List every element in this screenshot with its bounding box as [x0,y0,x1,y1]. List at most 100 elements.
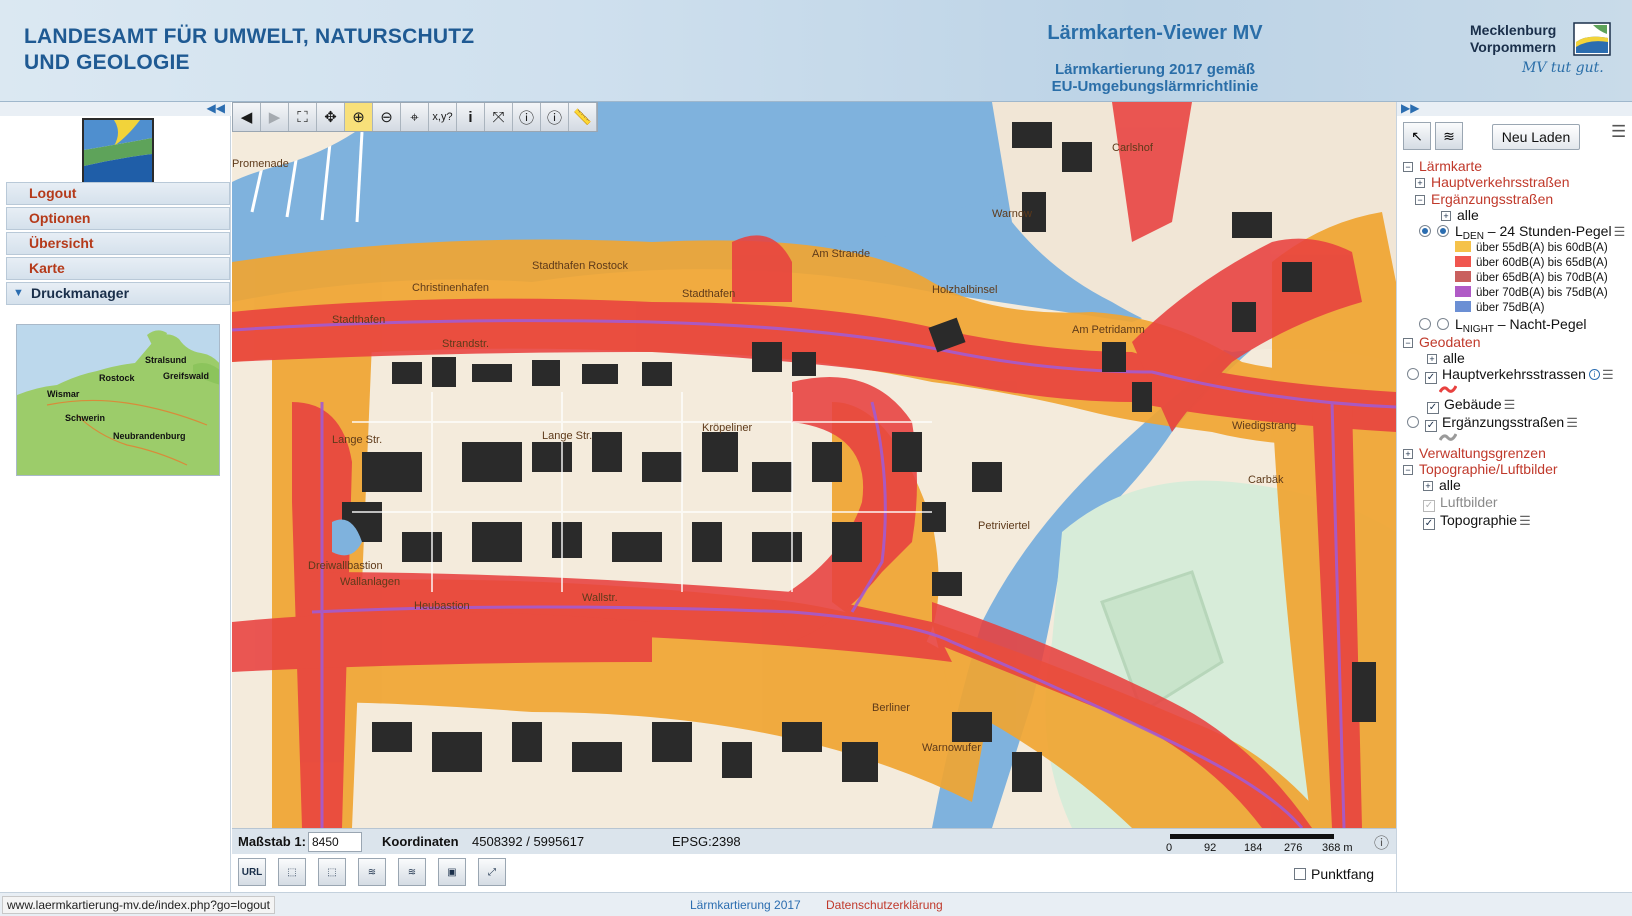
scale-info-icon[interactable]: ⓘ [1374,832,1389,853]
tree-item-hauptverkehrsstrassen[interactable]: + Hauptverkehrsstraßen [1415,174,1570,190]
lines-icon[interactable]: ☰ [1566,415,1578,430]
radio-geo-ergaenzung[interactable] [1407,416,1419,428]
menu-item-druckmanager[interactable]: ▼ Druckmanager [6,282,230,305]
query-info-icon[interactable]: ⓘ [513,103,541,131]
org-title-line2: UND GEOLOGIE [24,51,190,74]
checkbox-luftbilder[interactable]: ✓ [1423,500,1435,512]
save-layers-icon[interactable]: ≋ [358,858,386,886]
tree-group-verwaltungsgrenzen[interactable]: + Verwaltungsgrenzen [1403,445,1546,461]
map-canvas[interactable]: Promenade Stadthafen Rostock Christinenh… [232,102,1396,828]
tree-item-topo-alle[interactable]: + alle [1423,477,1461,493]
tree-item-alle[interactable]: + alle [1441,207,1479,223]
measure-icon[interactable]: 📏 [569,103,597,131]
footer-link-laermkartierung[interactable]: Lärmkartierung 2017 [690,898,801,912]
swatch [1455,301,1471,312]
tree-item-geo-alle[interactable]: + alle [1427,350,1465,366]
expand-icon[interactable]: + [1427,354,1437,364]
layers-icon[interactable]: ≋ [1435,122,1463,150]
checkbox-punktfang[interactable] [1294,868,1306,880]
object-info-icon[interactable]: ⓘ [541,103,569,131]
status-url: www.laermkartierung-mv.de/index.php?go=l… [2,896,275,914]
mv-flag-icon [1573,22,1611,56]
viewer-subtitle-line1: Lärmkartierung 2017 gemäß [1054,61,1256,78]
expand-icon[interactable]: + [1441,211,1451,221]
expand-icon[interactable]: + [1423,481,1433,491]
zoom-out-icon[interactable]: ⊖ [373,103,401,131]
collapse-icon[interactable]: − [1403,465,1413,475]
forward-icon[interactable]: ▶ [261,103,289,131]
radio-lden[interactable] [1437,225,1449,237]
collapse-icon[interactable]: − [1403,162,1413,172]
collapse-icon[interactable]: − [1415,195,1425,205]
select-tool-icon[interactable]: ↖ [1403,122,1431,150]
coordinates-icon[interactable]: x,y? [429,103,457,131]
collapse-right-icon[interactable]: ▶▶ [1401,101,1419,115]
layer-luftbilder[interactable]: ✓ Luftbilder [1423,494,1498,512]
info-icon[interactable]: i [457,103,485,131]
punktfang-label: Punktfang [1311,866,1375,882]
coordinates-value: 4508392 / 5995617 [472,834,585,849]
expand-icon[interactable]: + [1415,178,1425,188]
right-panel-collapse-bar[interactable]: ▶▶ [1397,101,1632,116]
footer-link-datenschutz[interactable]: Datenschutzerklärung [826,898,943,912]
collapse-icon[interactable]: − [1403,338,1413,348]
zoom-full-icon[interactable]: ⛶ [289,103,317,131]
overview-map-graphic [17,325,219,475]
reload-button[interactable]: Neu Laden [1492,124,1580,150]
map-label: Wallstr. [582,592,618,604]
menu-item-optionen[interactable]: Optionen [6,207,230,230]
checkbox-geo-ergaenzung[interactable]: ✓ [1425,420,1437,432]
tree-group-geodaten[interactable]: − Geodaten [1403,334,1481,350]
layer-geo-ergaenzungsstrassen[interactable]: ✓ Ergänzungsstraßen ☰ [1407,414,1578,432]
save-extent-icon[interactable]: ⬚ [278,858,306,886]
hamburger-menu-icon[interactable]: ☰ [1611,122,1626,142]
layer-geo-hauptverkehrsstrassen[interactable]: ✓ Hauptverkehrsstrassen i ☰ [1407,366,1614,384]
lines-icon[interactable]: ☰ [1519,513,1531,528]
checkbox-gebaeude[interactable]: ✓ [1427,402,1439,414]
zoom-extent-icon[interactable]: ⤧ [485,103,513,131]
lines-icon[interactable]: ☰ [1602,367,1614,382]
collapse-left-icon[interactable]: ◀◀ [207,101,225,115]
menu-item-logout[interactable]: Logout [6,182,230,205]
layer-lnight[interactable]: LNIGHT – Nacht-Pegel [1419,316,1587,335]
overview-city-wismar: Wismar [47,389,80,399]
map-label: Promenade [232,158,289,170]
viewer-subtitle: Lärmkartierung 2017 gemäß EU-Umgebungslä… [990,61,1320,95]
overview-city-neubrandenburg: Neubrandenburg [113,431,186,441]
recenter-icon[interactable]: ⌖ [401,103,429,131]
layer-topographie[interactable]: ✓ Topographie ☰ [1423,512,1531,530]
layer-lden[interactable]: LDEN – 24 Stunden-Pegel ☰ [1419,223,1625,242]
layer-gebaeude[interactable]: ✓ Gebäude ☰ [1427,396,1515,414]
zoom-in-icon[interactable]: ⊕ [345,103,373,131]
pan-icon[interactable]: ✥ [317,103,345,131]
left-panel-collapse-bar[interactable]: ◀◀ [0,101,231,116]
radio-lnight-outer[interactable] [1419,318,1431,330]
tree-item-ergaenzungsstrassen[interactable]: − Ergänzungsstraßen [1415,191,1553,207]
tree-group-laermkarte[interactable]: − Lärmkarte [1403,158,1482,174]
print-map-icon[interactable]: ▣ [438,858,466,886]
fullscreen-icon[interactable]: ⤢ [478,858,506,886]
checkbox-geo-hauptverkehr[interactable]: ✓ [1425,372,1437,384]
radio-geo-hauptverkehr[interactable] [1407,368,1419,380]
lines-icon[interactable]: ☰ [1614,224,1626,239]
legend-class-75: über 75dB(A) [1455,301,1544,314]
map-label: Strandstr. [442,338,490,350]
url-export-icon[interactable]: URL [238,858,266,886]
back-icon[interactable]: ◀ [233,103,261,131]
scale-input[interactable]: 8450 [308,832,362,852]
load-layers-icon[interactable]: ≋ [398,858,426,886]
radio-lden-outer[interactable] [1419,225,1431,237]
load-extent-icon[interactable]: ⬚ [318,858,346,886]
swatch [1455,256,1471,267]
lines-icon[interactable]: ☰ [1504,397,1516,412]
overview-map[interactable]: Stralsund Rostock Greifswald Wismar Schw… [16,324,220,476]
menu-item-karte[interactable]: Karte [6,257,230,280]
punktfang-control[interactable]: Punktfang [1294,866,1374,882]
info-icon[interactable]: i [1588,369,1600,380]
menu-item-uebersicht[interactable]: Übersicht [6,232,230,255]
tree-group-topographie[interactable]: − Topographie/Luftbilder [1403,461,1558,477]
radio-lnight[interactable] [1437,318,1449,330]
map-toolbar: ◀ ▶ ⛶ ✥ ⊕ ⊖ ⌖ x,y? i ⤧ ⓘ ⓘ 📏 [232,102,598,132]
checkbox-topographie[interactable]: ✓ [1423,518,1435,530]
expand-icon[interactable]: + [1403,449,1413,459]
